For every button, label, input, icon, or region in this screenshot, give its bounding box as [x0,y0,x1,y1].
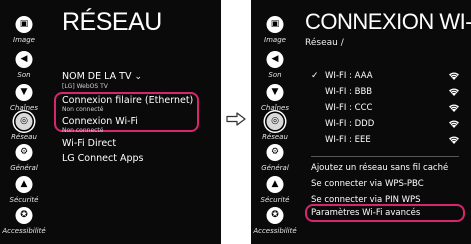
image-icon: ▣ [266,16,284,33]
sidebar-item-security[interactable]: ▲ Sécurité [0,176,48,210]
wifi-network-name: WI-FI : BBB [325,87,373,97]
sidebar-item-sound[interactable]: ◀ Son [0,51,48,85]
wifi-signal-icon [449,88,459,96]
chevron-down-icon: ⌄ [134,72,143,82]
wifi-signal-icon [449,72,459,80]
sidebar-item-accessibility[interactable]: ✪ Accessibilité [0,207,48,241]
sidebar-item-general[interactable]: ⚙ Général [251,144,299,178]
network-settings-screen: ▣ Image ◀ Son ▼ Chaînes ◎ Réseau ⚙ Génér… [0,0,221,244]
wifi-network-name: WI-FI : CCC [325,103,373,113]
wifi-network-item[interactable]: WI-FI : BBB [311,86,459,98]
menu-item-label: Connexion Wi-Fi [62,116,138,127]
sidebar-item-image[interactable]: ▣ Image [251,16,299,50]
menu-item-label: NOM DE LA TV [62,71,132,82]
accessibility-icon: ✪ [266,207,284,224]
wps-pbc-button[interactable]: Se connecter via WPS-PBC [311,179,424,190]
wifi-network-name: WI-FI : DDD [325,119,375,129]
wifi-network-name: WI-FI : AAA [325,71,373,81]
sidebar-item-label: Général [10,164,38,172]
network-panel: RÉSEAU NOM DE LA TV ⌄ [LG] WebOS TV Conne… [48,0,221,244]
wifi-signal-icon [449,136,459,144]
general-icon: ⚙ [266,144,284,161]
sidebar-item-image[interactable]: ▣ Image [0,16,48,50]
menu-item-label: LG Connect Apps [62,153,144,164]
check-icon: ✓ [311,71,319,81]
security-icon: ▲ [266,176,284,193]
advanced-wifi-settings-button[interactable]: Paramètres Wi-Fi avancés [311,208,420,219]
sidebar-item-security[interactable]: ▲ Sécurité [251,176,299,210]
sidebar-item-label: Accessibilité [2,227,46,235]
sidebar-item-label: Sécurité [9,196,39,204]
menu-item-sublabel: Non connecté [62,127,104,134]
sidebar-item-label: Image [264,36,286,44]
sidebar-item-label: Général [261,164,289,172]
menu-item-sublabel: Non connecté [62,106,104,113]
settings-sidebar: ▣ Image ◀ Son ▼ Chaînes ◎ Réseau ⚙ Génér… [251,0,299,244]
menu-item-sublabel: [LG] WebOS TV [62,83,108,90]
page-title: CONNEXION WI-FI [305,9,471,34]
menu-item-wifi-direct[interactable]: Wi-Fi Direct [62,138,116,149]
breadcrumb: Réseau / [305,38,344,48]
network-icon: ◎ [15,113,33,130]
sidebar-item-general[interactable]: ⚙ Général [0,144,48,178]
network-icon: ◎ [266,113,284,130]
wifi-network-item[interactable]: ✓ WI-FI : AAA [311,70,459,82]
settings-sidebar: ▣ Image ◀ Son ▼ Chaînes ◎ Réseau ⚙ Génér… [0,0,48,244]
sidebar-item-sound[interactable]: ◀ Son [251,51,299,85]
menu-item-wifi-connection[interactable]: Connexion Wi-Fi Non connecté [62,116,138,134]
sound-icon: ◀ [15,51,33,68]
divider [311,156,459,157]
menu-item-label: Wi-Fi Direct [62,138,117,149]
general-icon: ⚙ [15,144,33,161]
add-hidden-network-button[interactable]: Ajoutez un réseau sans fil caché [311,163,448,174]
wifi-network-item[interactable]: WI-FI : EEE [311,134,459,146]
sidebar-item-label: Chaînes [10,104,38,112]
wifi-signal-icon [449,120,459,128]
menu-item-wired-connection[interactable]: Connexion filaire (Ethernet) Non connect… [62,95,193,113]
sidebar-item-label: Chaînes [261,104,289,112]
channels-icon: ▼ [266,84,284,101]
arrow-right-icon [226,112,246,126]
sidebar-item-network[interactable]: ◎ Réseau [251,113,299,147]
wifi-network-item[interactable]: WI-FI : DDD [311,118,459,130]
sidebar-item-accessibility[interactable]: ✪ Accessibilité [251,207,299,241]
menu-item-lg-connect-apps[interactable]: LG Connect Apps [62,153,143,164]
channels-icon: ▼ [15,84,33,101]
sidebar-item-label: Son [17,71,31,79]
image-icon: ▣ [15,16,33,33]
wifi-signal-icon [449,104,459,112]
sidebar-item-label: Réseau [262,133,288,141]
sidebar-item-network[interactable]: ◎ Réseau [0,113,48,147]
security-icon: ▲ [15,176,33,193]
sound-icon: ◀ [266,51,284,68]
menu-item-tv-name[interactable]: NOM DE LA TV ⌄ [LG] WebOS TV [62,71,142,90]
wifi-network-item[interactable]: WI-FI : CCC [311,102,459,114]
sidebar-item-label: Son [268,71,282,79]
wifi-connection-screen: ▣ Image ◀ Son ▼ Chaînes ◎ Réseau ⚙ Génér… [251,0,471,244]
sidebar-item-label: Image [13,36,35,44]
sidebar-item-label: Réseau [11,133,37,141]
accessibility-icon: ✪ [15,207,33,224]
page-title: RÉSEAU [62,8,162,36]
wifi-network-name: WI-FI : EEE [325,135,371,145]
menu-item-label: Connexion filaire (Ethernet) [62,95,194,106]
sidebar-item-label: Accessibilité [253,227,297,235]
sidebar-item-label: Sécurité [260,196,290,204]
wifi-panel: CONNEXION WI-FI Réseau / ✓ WI-FI : AAA W… [299,0,471,244]
